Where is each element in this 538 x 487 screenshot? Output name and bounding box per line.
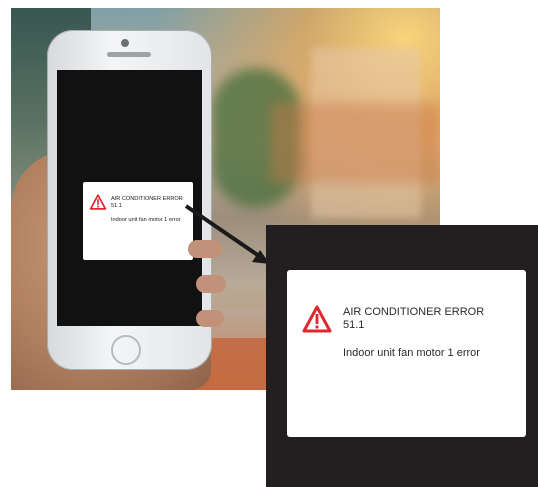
smartphone: AIR CONDITIONER ERROR 51.1 Indoor unit f…	[47, 30, 212, 370]
finger	[196, 310, 224, 327]
phone-error-title-line1: AIR CONDITIONER ERROR	[111, 196, 183, 202]
warning-triangle-icon	[302, 305, 332, 333]
phone-error-code: 51.1	[111, 203, 122, 209]
zoomed-error-message: Indoor unit fan motor 1 error	[343, 347, 480, 359]
phone-error-dialog: AIR CONDITIONER ERROR 51.1 Indoor unit f…	[83, 182, 193, 260]
light-blur	[271, 103, 440, 183]
thumb	[188, 240, 222, 258]
earpiece-speaker	[107, 52, 151, 57]
finger	[196, 275, 226, 293]
zoomed-screen-panel: AIR CONDITIONER ERROR 51.1 Indoor unit f…	[266, 225, 538, 487]
zoomed-error-title: AIR CONDITIONER ERROR 51.1	[343, 306, 484, 332]
zoomed-error-dialog: AIR CONDITIONER ERROR 51.1 Indoor unit f…	[287, 270, 526, 437]
zoomed-error-code: 51.1	[343, 319, 365, 331]
front-camera	[121, 39, 129, 47]
home-button	[111, 335, 141, 365]
phone-error-title: AIR CONDITIONER ERROR 51.1	[111, 196, 183, 210]
warning-triangle-icon	[89, 194, 107, 210]
phone-error-message: Indoor unit fan motor 1 error	[111, 217, 181, 223]
phone-screen: AIR CONDITIONER ERROR 51.1 Indoor unit f…	[57, 70, 202, 326]
zoomed-error-title-line1: AIR CONDITIONER ERROR	[343, 306, 485, 318]
